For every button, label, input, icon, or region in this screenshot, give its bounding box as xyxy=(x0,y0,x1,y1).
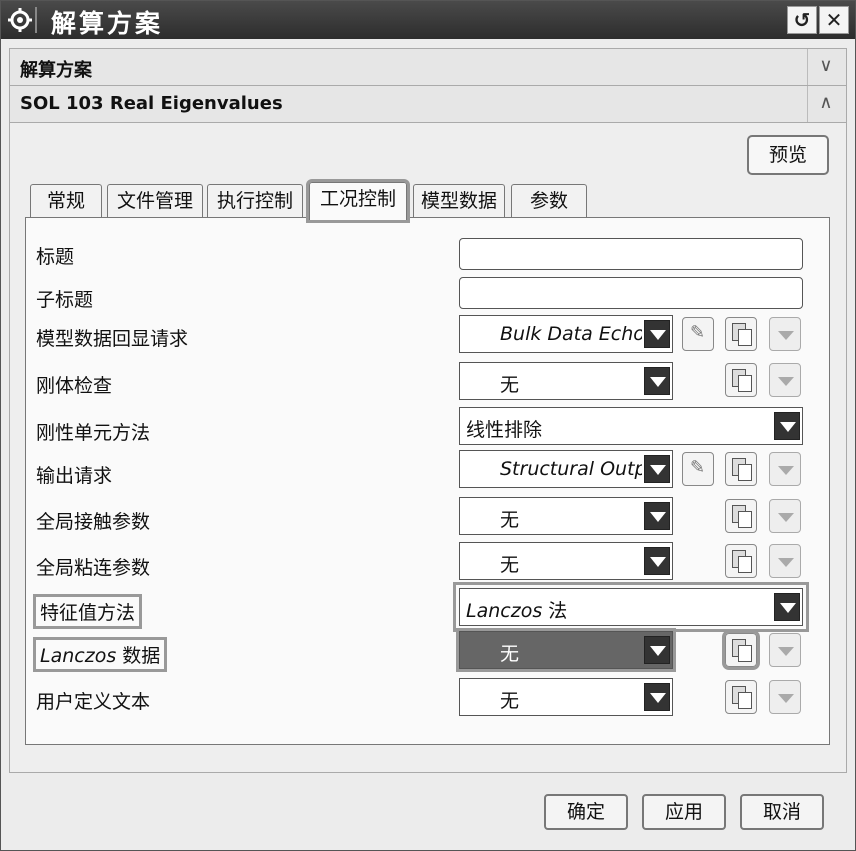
dropdown-arrow-icon[interactable] xyxy=(644,367,670,395)
lanczos-data-label-suffix: 数据 xyxy=(116,645,161,667)
create-modeling-object-icon[interactable] xyxy=(725,544,757,578)
model-echo-value: Bulk Data Echo xyxy=(500,323,642,345)
user-text-label: 用户定义文本 xyxy=(36,691,151,713)
more-options-icon[interactable] xyxy=(769,680,801,714)
output-request-label: 输出请求 xyxy=(36,465,113,487)
dropdown-arrow-icon[interactable] xyxy=(644,683,670,711)
more-options-icon[interactable] xyxy=(769,317,801,351)
rigid-method-label: 刚性单元方法 xyxy=(36,422,151,444)
close-button[interactable]: ✕ xyxy=(819,6,849,34)
subtitle-label: 子标题 xyxy=(36,289,94,311)
chevron-up-icon[interactable]: ∧ xyxy=(812,92,840,116)
tab-parameters[interactable]: 参数 xyxy=(511,184,587,218)
title-field[interactable] xyxy=(459,238,803,270)
dropdown-arrow-icon[interactable] xyxy=(774,593,800,621)
more-options-icon[interactable] xyxy=(769,363,801,397)
contact-params-label: 全局接触参数 xyxy=(36,511,151,533)
rigid-method-select[interactable]: 线性排除 xyxy=(459,407,803,445)
dropdown-arrow-icon[interactable] xyxy=(774,412,800,440)
create-modeling-object-icon[interactable] xyxy=(725,363,757,397)
gear-icon xyxy=(8,8,32,32)
output-request-value: Structural Outp xyxy=(500,458,642,480)
lanczos-data-label-italic: Lanczos xyxy=(40,645,117,667)
chevron-down-icon[interactable]: ∨ xyxy=(812,55,840,79)
create-modeling-object-icon[interactable] xyxy=(725,317,757,351)
tab-file-management[interactable]: 文件管理 xyxy=(107,184,203,218)
glue-params-select[interactable]: 无 xyxy=(459,542,673,580)
rigid-check-label: 刚体检查 xyxy=(36,375,113,397)
window-title: 解算方案 xyxy=(51,9,164,38)
model-echo-label: 模型数据回显请求 xyxy=(36,328,189,350)
ok-button[interactable]: 确定 xyxy=(544,794,628,830)
group-sol103-label: SOL 103 Real Eigenvalues xyxy=(20,93,283,114)
apply-button[interactable]: 应用 xyxy=(642,794,726,830)
edit-wrench-icon[interactable] xyxy=(682,452,714,486)
create-modeling-object-icon[interactable] xyxy=(725,680,757,714)
group-solution-label: 解算方案 xyxy=(20,60,92,81)
dropdown-arrow-icon[interactable] xyxy=(644,502,670,530)
tab-case-control[interactable]: 工况控制 xyxy=(306,179,410,223)
eigen-method-value-italic: Lanczos xyxy=(466,600,543,622)
lanczos-data-select[interactable]: 无 xyxy=(456,628,676,672)
dropdown-arrow-icon[interactable] xyxy=(644,636,670,664)
user-text-value: 无 xyxy=(500,690,520,712)
create-modeling-object-icon[interactable] xyxy=(722,630,760,670)
edit-wrench-icon[interactable] xyxy=(682,317,714,351)
create-modeling-object-icon[interactable] xyxy=(725,499,757,533)
title-bar: 解算方案 ↺ ✕ xyxy=(1,1,855,39)
header-divider xyxy=(807,49,808,85)
more-options-icon[interactable] xyxy=(769,633,801,667)
reset-button[interactable]: ↺ xyxy=(787,6,817,34)
lanczos-data-label: Lanczos 数据 xyxy=(33,637,168,672)
tab-model-data[interactable]: 模型数据 xyxy=(413,184,505,218)
group-sol103-header[interactable]: SOL 103 Real Eigenvalues ∧ xyxy=(9,85,847,123)
rigid-check-value: 无 xyxy=(500,374,520,396)
dropdown-arrow-icon[interactable] xyxy=(644,455,670,483)
eigen-method-value: Lanczos 法 xyxy=(466,596,567,623)
title-label: 标题 xyxy=(36,246,75,268)
model-echo-select[interactable]: Bulk Data Echo xyxy=(459,315,673,353)
rigid-method-value: 线性排除 xyxy=(466,419,543,441)
rigid-check-select[interactable]: 无 xyxy=(459,362,673,400)
dropdown-arrow-icon[interactable] xyxy=(644,547,670,575)
header-divider xyxy=(807,86,808,122)
output-request-select[interactable]: Structural Outp xyxy=(459,450,673,488)
group-solution-header[interactable]: 解算方案 ∨ xyxy=(9,48,847,86)
solution-dialog: 解算方案 ↺ ✕ 解算方案 ∨ SOL 103 Real Eigenvalues… xyxy=(0,0,856,851)
eigen-method-select[interactable]: Lanczos 法 xyxy=(453,582,809,632)
lanczos-data-value: 无 xyxy=(500,643,520,665)
cancel-button[interactable]: 取消 xyxy=(740,794,824,830)
title-separator xyxy=(35,7,37,33)
dropdown-arrow-icon[interactable] xyxy=(644,320,670,348)
eigen-method-value-suffix: 法 xyxy=(542,600,568,622)
contact-params-select[interactable]: 无 xyxy=(459,497,673,535)
more-options-icon[interactable] xyxy=(769,452,801,486)
preview-button[interactable]: 预览 xyxy=(747,135,829,175)
tab-general[interactable]: 常规 xyxy=(30,184,102,218)
user-text-select[interactable]: 无 xyxy=(459,678,673,716)
glue-params-label: 全局粘连参数 xyxy=(36,557,151,579)
more-options-icon[interactable] xyxy=(769,544,801,578)
subtitle-field[interactable] xyxy=(459,277,803,309)
eigen-method-label: 特征值方法 xyxy=(33,594,143,629)
create-modeling-object-icon[interactable] xyxy=(725,452,757,486)
contact-params-value: 无 xyxy=(500,509,520,531)
glue-params-value: 无 xyxy=(500,554,520,576)
tab-execution-control[interactable]: 执行控制 xyxy=(207,184,303,218)
more-options-icon[interactable] xyxy=(769,499,801,533)
